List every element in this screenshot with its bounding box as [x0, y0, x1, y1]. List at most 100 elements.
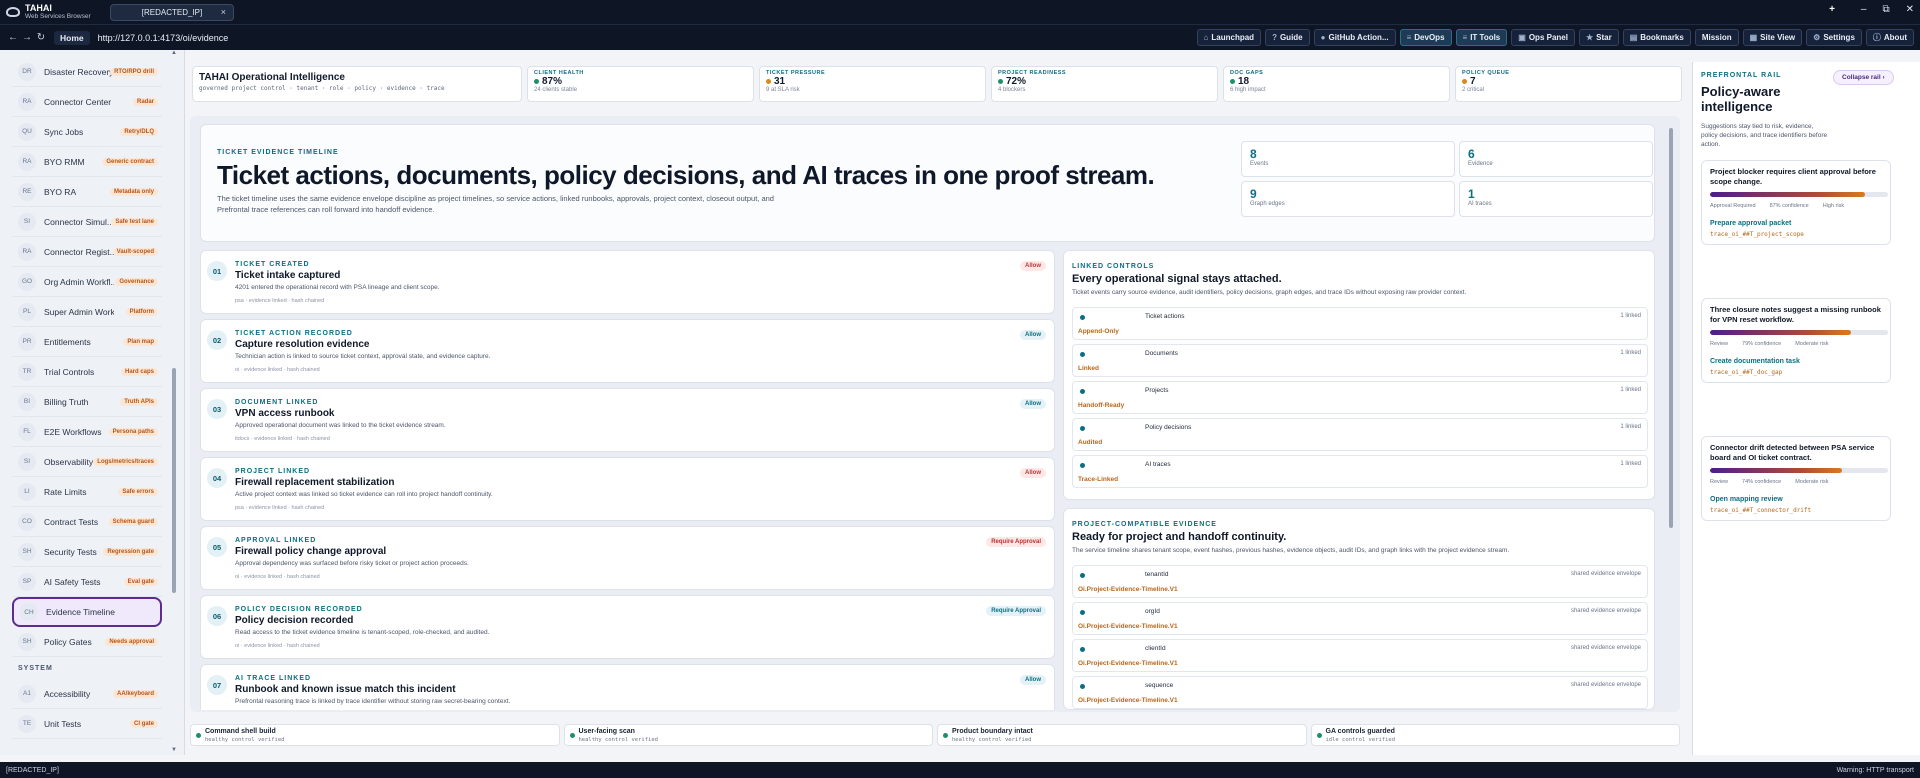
sidebar-item-org-admin-workfl[interactable]: GO Org Admin Workfl... Governance — [12, 267, 162, 297]
menu-icon: ≡ — [1462, 33, 1468, 42]
browser-tab[interactable]: [REDACTED_IP] × — [110, 3, 234, 21]
sidebar-scrollbar[interactable]: ▲ ▼ — [171, 50, 177, 755]
home-button[interactable]: Home — [54, 30, 90, 45]
sidebar-item-label: Super Admin Workfl... — [44, 306, 114, 317]
maximize-icon[interactable]: ⧉ — [1882, 4, 1889, 15]
tab-close-icon[interactable]: × — [221, 7, 226, 17]
suggestion-action-link[interactable]: Prepare approval packet — [1710, 220, 1882, 227]
timeline-event[interactable]: 06 POLICY DECISION RECORDED Policy decisio… — [200, 595, 1055, 659]
sidebar-item-security-tests[interactable]: SH Security Tests Regression gate — [12, 537, 162, 567]
main-scrollbar[interactable] — [1667, 118, 1675, 710]
confidence-bar — [1710, 468, 1888, 473]
sidebar-item-byo-ra[interactable]: RE BYO RA Metadata only — [12, 177, 162, 207]
evidence-row: sequence Oi.Project-Evidence-Timeline.V1 s… — [1072, 676, 1648, 709]
sidebar-item-label: E2E Workflows — [44, 426, 102, 437]
sidebar-item-disaster-recovery[interactable]: DR Disaster Recovery RTO/RPO drill — [12, 57, 162, 87]
timeline-event[interactable]: 05 APPROVAL LINKED Firewall policy change … — [200, 526, 1055, 590]
suggestion-meta-item: 74% confidence — [1742, 479, 1782, 485]
sidebar-item-avatar: SI — [18, 452, 36, 471]
suggestion-meta: Review 79% confidence Moderate risk — [1710, 341, 1882, 347]
row-name: sequence — [1145, 682, 1174, 689]
sidebar-scroll-thumb[interactable] — [172, 368, 176, 593]
sidebar-item-label: Unit Tests — [44, 718, 82, 729]
toolbar-button-about[interactable]: ⓘ About — [1865, 29, 1914, 46]
sidebar-item-badge: Logs/metrics/traces — [93, 457, 158, 466]
sidebar-item-connector-center[interactable]: RA Connector Center Radar — [12, 87, 162, 117]
toolbar-button-star[interactable]: ★ Star — [1578, 29, 1619, 46]
close-window-icon[interactable]: ✕ — [1906, 4, 1914, 15]
sidebar-item-badge: Governance — [115, 277, 158, 286]
toolbar-button-ops-panel[interactable]: ▣ Ops Panel — [1511, 29, 1575, 46]
sidebar-item-rate-limits[interactable]: LI Rate Limits Safe errors — [12, 477, 162, 507]
row-tag: Oi.Project-Evidence-Timeline.V1 — [1078, 586, 1178, 593]
sidebar-item-badge: Plan map — [123, 337, 158, 346]
main-scroll-thumb[interactable] — [1669, 128, 1673, 528]
sidebar-item-byo-rmm[interactable]: RA BYO RMM Generic contract — [12, 147, 162, 177]
toolbar-button-github-action[interactable]: ● GitHub Action... — [1313, 29, 1396, 46]
back-icon[interactable]: ← — [6, 32, 20, 43]
sidebar-item-accessibility[interactable]: A1 Accessibility AA/keyboard — [12, 679, 162, 709]
scroll-down-icon[interactable]: ▼ — [171, 747, 177, 753]
sidebar-item-policy-gates[interactable]: SH Policy Gates Needs approval — [12, 627, 162, 657]
sidebar-item-entitlements[interactable]: PR Entitlements Plan map — [12, 327, 162, 357]
toolbar-button-mission[interactable]: Mission — [1694, 29, 1739, 46]
timeline-event[interactable]: 03 DOCUMENT LINKED VPN access runbook Appro… — [200, 388, 1055, 452]
toolbar-button-it-tools[interactable]: ≡ IT Tools — [1455, 29, 1508, 46]
row-status: 1 linked — [1620, 461, 1641, 467]
toolbar-button-devops[interactable]: ≡ DevOps — [1399, 29, 1452, 46]
sidebar-item-trial-controls[interactable]: TR Trial Controls Hard caps — [12, 357, 162, 387]
toolbar-button-guide[interactable]: ? Guide — [1265, 29, 1310, 46]
timeline-event-kind: TICKET CREATED — [235, 261, 310, 268]
sidebar-item-label: Org Admin Workfl... — [44, 276, 114, 287]
sidebar-item-billing-truth[interactable]: BI Billing Truth Truth APIs — [12, 387, 162, 417]
sidebar-item-connector-simul[interactable]: SI Connector Simul... Safe test lane — [12, 207, 162, 237]
timeline-event-meta: oi · evidence linked · hash chained — [235, 367, 320, 373]
sidebar-item-label: BYO RA — [44, 186, 77, 197]
sidebar-item-contract-tests[interactable]: CO Contract Tests Schema guard — [12, 507, 162, 537]
timeline-event[interactable]: 02 TICKET ACTION RECORDED Capture resoluti… — [200, 319, 1055, 383]
sidebar-item-observability[interactable]: SI Observability Logs/metrics/traces — [12, 447, 162, 477]
rail-kicker: PREFRONTAL RAIL — [1701, 72, 1782, 79]
collapse-rail-button[interactable]: Collapse rail › — [1833, 70, 1894, 85]
sidebar-item-ai-safety-tests[interactable]: SP AI Safety Tests Eval gate — [12, 567, 162, 597]
sidebar-item-avatar: BI — [18, 392, 36, 411]
confidence-bar-fill — [1710, 192, 1865, 197]
row-name: Policy decisions — [1145, 424, 1192, 431]
toolbar-button-settings[interactable]: ⚙ Settings — [1806, 29, 1862, 46]
timeline-event-description: Approval dependency was surfaced before … — [235, 560, 469, 567]
sidebar-item-avatar: SI — [18, 212, 36, 231]
minimize-icon[interactable]: – — [1861, 4, 1867, 15]
sidebar-item-evidence-timeline[interactable]: CH Evidence Timeline — [12, 597, 162, 627]
sidebar-item-super-admin-workfl[interactable]: PL Super Admin Workfl... Platform — [12, 297, 162, 327]
sidebar-item-badge: Retry/DLQ — [120, 127, 158, 136]
timeline-event-meta: itdocs · evidence linked · hash chained — [235, 436, 330, 442]
sidebar-item-badge: Eval gate — [123, 577, 158, 586]
toolbar-button-site-view[interactable]: ▦ Site View — [1742, 29, 1803, 46]
scroll-up-icon[interactable]: ▲ — [171, 50, 177, 56]
hero-description: The ticket timeline uses the same eviden… — [217, 194, 774, 214]
new-tab-icon[interactable]: + — [1829, 4, 1835, 15]
sidebar-item-avatar: A1 — [18, 684, 36, 703]
timeline-event[interactable]: 07 AI TRACE LINKED Runbook and known issue… — [200, 664, 1055, 710]
kpi-card-client-health: CLIENT HEALTH 87% 24 clients stable — [527, 66, 754, 102]
toolbar-button-bookmarks[interactable]: ▤ Bookmarks — [1622, 29, 1691, 46]
suggestion-action-link[interactable]: Open mapping review — [1710, 496, 1882, 503]
hero-stat-events: 8 Events — [1241, 141, 1455, 177]
kpi-subtext: 6 high impact — [1230, 87, 1266, 93]
toolbar-button-launchpad[interactable]: ⌂ Launchpad — [1196, 29, 1262, 46]
timeline-event[interactable]: 01 TICKET CREATED Ticket intake captured 42… — [200, 250, 1055, 314]
forward-icon[interactable]: → — [20, 32, 34, 43]
github-icon: ● — [1320, 33, 1326, 42]
suggestion-action-link[interactable]: Create documentation task — [1710, 358, 1882, 365]
reload-icon[interactable]: ↻ — [34, 32, 48, 43]
suggestion-title: Project blocker requires client approval… — [1710, 167, 1876, 186]
sidebar-item-avatar: SH — [18, 632, 36, 651]
url-field[interactable]: http://127.0.0.1:4173/oi/evidence — [98, 33, 1138, 43]
linked-controls-panel: LINKED CONTROLS Every operational signal… — [1063, 250, 1655, 500]
sidebar-item-e2e-workflows[interactable]: FL E2E Workflows Persona paths — [12, 417, 162, 447]
sidebar-item-unit-tests[interactable]: TE Unit Tests CI gate — [12, 709, 162, 739]
hero-stats: 8 Events 6 Evidence 9 Graph edges 1 AI traces — [1241, 141, 1653, 217]
sidebar-item-connector-regist[interactable]: RA Connector Regist... Vault-scoped — [12, 237, 162, 267]
timeline-event[interactable]: 04 PROJECT LINKED Firewall replacement sta… — [200, 457, 1055, 521]
sidebar-item-sync-jobs[interactable]: QU Sync Jobs Retry/DLQ — [12, 117, 162, 147]
